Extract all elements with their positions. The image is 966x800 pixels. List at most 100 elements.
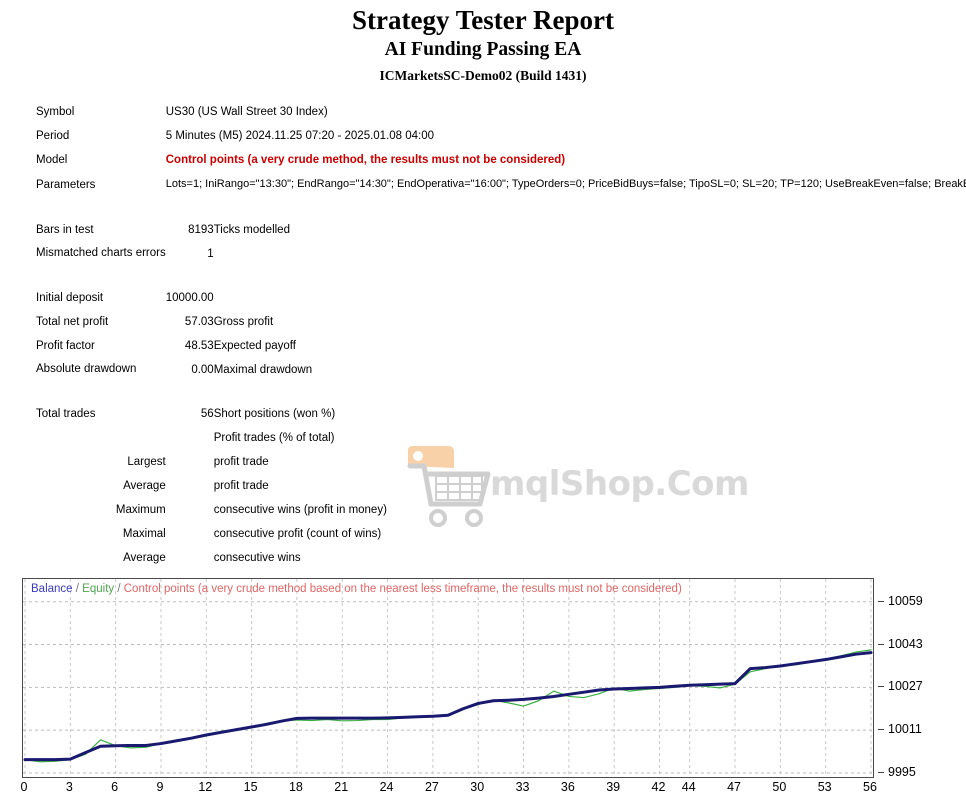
table-row-profit-factor: Profit factor 48.53 Expected payoff 1.02 [36, 334, 966, 358]
period-value: 5 Minutes (M5) 2024.11.25 07:20 - 2025.0… [165, 130, 435, 142]
page-title: Strategy Tester Report [352, 5, 614, 35]
empty-cell [36, 426, 166, 450]
y-axis-tick-mark [878, 772, 884, 773]
chart-y-axis: 9995 10011 10027 10043 10059 [878, 578, 944, 778]
legend-equity: Equity [82, 583, 115, 595]
empty-cell [166, 450, 214, 474]
model-value: Control points (a very crude method, the… [165, 154, 566, 166]
empty-cell [166, 546, 214, 570]
x-axis-tick-label: 0 [20, 780, 28, 794]
table-row-average: Average profit trade 1.16 loss trade -0.… [36, 474, 966, 498]
ticks-modelled-label: Ticks modelled [213, 223, 290, 236]
x-axis-tick-label: 9 [156, 780, 164, 794]
x-axis-tick-label: 6 [111, 780, 119, 794]
legend-balance: Balance [31, 583, 73, 595]
short-positions-label: Short positions (won %) [213, 407, 336, 420]
x-axis-tick-label: 30 [470, 780, 485, 794]
chart-legend: Balance / Equity / Control points (a ver… [31, 583, 682, 595]
parameters-label: Parameters [36, 178, 96, 191]
absolute-drawdown-value: 0.00 [191, 363, 214, 376]
chart-x-axis: 0 3 6 9 12 15 18 21 24 27 30 33 36 39 42 44 47 50 53 56 [20, 780, 877, 800]
table-row-net-profit: Total net profit 57.03 Gross profit 58.2… [36, 310, 966, 334]
avg-consecutive-wins-label: consecutive wins [213, 551, 301, 564]
x-axis-tick-label: 44 [681, 780, 696, 794]
bars-in-test-label: Bars in test [36, 223, 94, 236]
x-axis-tick-label: 36 [560, 780, 575, 794]
chart-series-balance [23, 651, 873, 762]
x-axis-tick-label: 33 [515, 780, 530, 794]
x-axis-tick-label: 18 [288, 780, 303, 794]
legend-control-points: Control points (a very crude method base… [123, 583, 682, 595]
empty-cell [166, 498, 214, 522]
chart-svg [23, 579, 873, 777]
average2-label: Average [123, 551, 166, 564]
report-body: Symbol US30 (US Wall Street 30 Index) Pe… [0, 100, 966, 570]
x-axis-tick-label: 21 [334, 780, 349, 794]
x-axis-tick-label: 42 [651, 780, 666, 794]
gross-profit-label: Gross profit [213, 315, 274, 328]
broker-build: ICMarketsSC-Demo02 (Build 1431) [379, 68, 587, 83]
total-net-profit-value: 57.03 [184, 315, 214, 328]
expected-payoff-label: Expected payoff [213, 339, 296, 352]
table-row-drawdown: Absolute drawdown 0.00 Maximal drawdown … [36, 358, 966, 382]
empty-cell [166, 522, 214, 546]
y-axis-tick-mark [878, 600, 884, 602]
spacer [36, 266, 966, 286]
table-row-average2: Average consecutive wins 7 consecutive l… [36, 546, 966, 570]
profit-factor-value: 48.53 [184, 339, 214, 352]
empty-cell [166, 426, 214, 450]
symbol-label: Symbol [36, 106, 75, 118]
table-row-parameters: Parameters Lots=1; IniRango="13:30"; End… [36, 172, 966, 198]
max-consecutive-wins-label: consecutive wins (profit in money) [213, 503, 387, 516]
profit-factor-label: Profit factor [36, 339, 95, 352]
table-row-largest: Largest profit trade 10.03 loss trade -0… [36, 450, 966, 474]
x-axis-tick-label: 12 [198, 780, 213, 794]
table-row-total-trades: Total trades 56 Short positions (won %) … [36, 402, 966, 426]
spacer [36, 198, 966, 218]
table-row-bars: Bars in test 8193 Ticks modelled 453130 … [36, 218, 966, 242]
table-row-initial-deposit: Initial deposit 10000.00 Spread 2 [36, 286, 966, 310]
x-axis-tick-label: 15 [243, 780, 258, 794]
x-axis-tick-label: 53 [817, 780, 832, 794]
table-row-maximal: Maximal consecutive profit (count of win… [36, 522, 966, 546]
maximum-label: Maximum [115, 503, 166, 516]
mismatched-errors-value: 1 [207, 247, 214, 260]
maximal-label: Maximal [122, 527, 166, 540]
largest-label: Largest [127, 455, 166, 468]
legend-separator: / [117, 583, 121, 595]
table-row-profit-trades: Profit trades (% of total) 50 (89.29%) L… [36, 426, 966, 450]
average-profit-trade-label: profit trade [213, 479, 269, 492]
y-axis-tick-label: 10059 [888, 593, 923, 608]
mismatched-errors-label: Mismatched charts errors [36, 247, 166, 259]
legend-separator: / [75, 583, 79, 595]
y-axis-tick-label: 10011 [888, 722, 922, 737]
table-row-maximum: Maximum consecutive wins (profit in mone… [36, 498, 966, 522]
table-row-model: Model Control points (a very crude metho… [36, 148, 966, 172]
initial-deposit-value: 10000.00 [165, 291, 214, 304]
profit-trades-label: Profit trades (% of total) [213, 431, 335, 444]
y-axis-tick-label: 10043 [888, 636, 923, 651]
x-axis-tick-label: 56 [863, 780, 877, 794]
x-axis-tick-label: 24 [379, 780, 394, 794]
total-trades-label: Total trades [36, 407, 96, 420]
report-header: Strategy Tester Report AI Funding Passin… [0, 0, 966, 86]
x-axis-tick-label: 3 [65, 780, 73, 794]
largest-profit-trade-label: profit trade [213, 455, 269, 468]
parameters-value: Lots=1; IniRango="13:30"; EndRango="14:3… [165, 178, 966, 190]
y-axis-tick-mark [878, 643, 884, 645]
maximal-consecutive-profit-label: consecutive profit (count of wins) [213, 527, 382, 540]
table-row-mismatched: Mismatched charts errors 1 [36, 242, 966, 266]
y-axis-tick-label: 10027 [888, 679, 923, 694]
x-axis-tick-label: 50 [772, 780, 787, 794]
bars-in-test-value: 8193 [188, 223, 214, 236]
symbol-value: US30 (US Wall Street 30 Index) [165, 106, 328, 118]
period-label: Period [36, 130, 70, 142]
equity-balance-chart: Balance / Equity / Control points (a ver… [21, 578, 944, 794]
empty-cell [214, 286, 966, 310]
ea-name: AI Funding Passing EA [384, 39, 582, 60]
x-axis-tick-label: 39 [606, 780, 621, 794]
chart-plot-area: Balance / Equity / Control points (a ver… [22, 578, 874, 778]
table-row-symbol: Symbol US30 (US Wall Street 30 Index) [36, 100, 966, 124]
table-row-period: Period 5 Minutes (M5) 2024.11.25 07:20 -… [36, 124, 966, 148]
average-label: Average [123, 479, 166, 492]
